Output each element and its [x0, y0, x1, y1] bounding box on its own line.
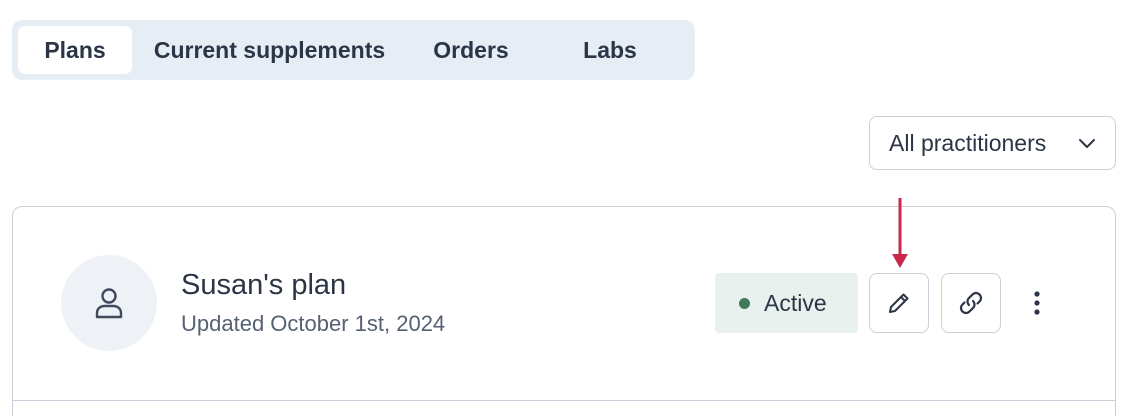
status-dot — [739, 297, 750, 309]
plan-updated-date: Updated October 1st, 2024 — [181, 311, 446, 336]
plan-title[interactable]: Susan's plan — [181, 269, 346, 302]
status-badge: Active — [715, 273, 858, 333]
link-icon — [959, 291, 983, 315]
plan-card[interactable]: Susan's plan Updated October 1st, 2024 A… — [12, 206, 1116, 416]
practitioner-select-value: All practitioners — [889, 129, 1047, 156]
status-label: Active — [764, 289, 827, 316]
plans-view: Plans Current supplements Orders Labs Al… — [0, 0, 1126, 416]
more-options-button[interactable] — [1021, 283, 1053, 323]
tab-labs[interactable]: Labs — [535, 26, 685, 74]
user-icon — [95, 288, 123, 319]
annotation-arrow — [892, 198, 908, 268]
tab-plans[interactable]: Plans — [18, 26, 132, 74]
tab-orders[interactable]: Orders — [407, 26, 535, 74]
more-vertical-icon — [1034, 291, 1040, 315]
chevron-down-icon — [1079, 139, 1095, 148]
card-divider — [13, 400, 1115, 401]
edit-button[interactable] — [869, 273, 929, 333]
pencil-icon — [889, 293, 909, 313]
copy-link-button[interactable] — [941, 273, 1001, 333]
avatar — [61, 255, 157, 351]
tab-current-supplements[interactable]: Current supplements — [132, 26, 407, 74]
tab-bar: Plans Current supplements Orders Labs — [12, 20, 695, 80]
practitioner-select[interactable]: All practitioners — [869, 116, 1116, 170]
